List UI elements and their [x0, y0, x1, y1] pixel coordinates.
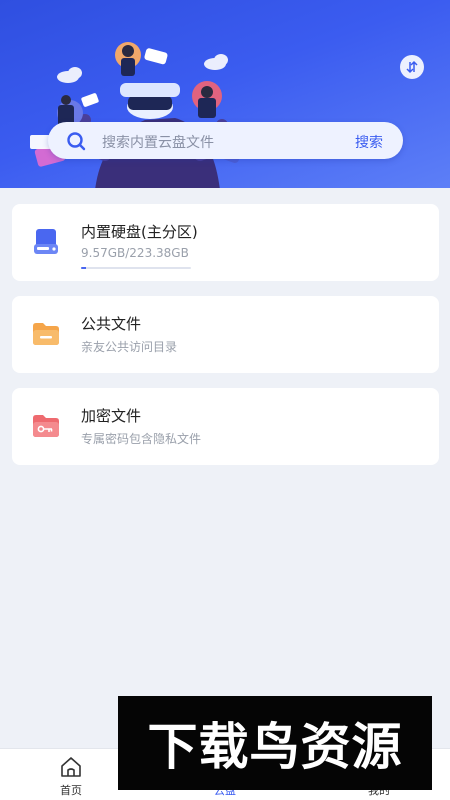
watermark-banner: 下载鸟资源	[118, 696, 432, 790]
tab-label: 首页	[60, 784, 82, 797]
search-input[interactable]: 搜索内置云盘文件	[102, 132, 214, 152]
card-subtitle: 亲友公共访问目录	[81, 340, 178, 354]
card-title: 公共文件	[81, 315, 142, 333]
sort-button[interactable]	[400, 55, 424, 79]
card-title: 内置硬盘(主分区)	[81, 223, 198, 241]
home-icon	[61, 757, 81, 777]
search-button[interactable]: 搜索	[355, 132, 383, 152]
storage-usage-text: 9.57GB/223.38GB	[81, 246, 189, 260]
folder-icon	[33, 323, 59, 345]
search-bar[interactable]: 搜索内置云盘文件 搜索	[48, 122, 403, 159]
hard-drive-icon	[34, 229, 58, 254]
card-internal-disk[interactable]: 内置硬盘(主分区) 9.57GB/223.38GB	[12, 204, 439, 281]
watermark-text: 下载鸟资源	[147, 718, 403, 776]
card-public-files[interactable]: 公共文件 亲友公共访问目录	[12, 296, 439, 373]
tab-home[interactable]: 首页	[26, 749, 116, 800]
hero-illustration	[30, 42, 247, 188]
key-folder-icon	[33, 415, 59, 437]
sort-swap-icon	[406, 60, 418, 74]
hero-banner: 搜索内置云盘文件 搜索	[0, 0, 450, 188]
search-icon	[67, 132, 86, 151]
card-subtitle: 专属密码包含隐私文件	[81, 432, 202, 446]
card-title: 加密文件	[81, 407, 142, 425]
storage-progress-fill	[81, 267, 86, 269]
storage-progress-bar	[81, 267, 191, 269]
card-encrypted-files[interactable]: 加密文件 专属密码包含隐私文件	[12, 388, 439, 465]
